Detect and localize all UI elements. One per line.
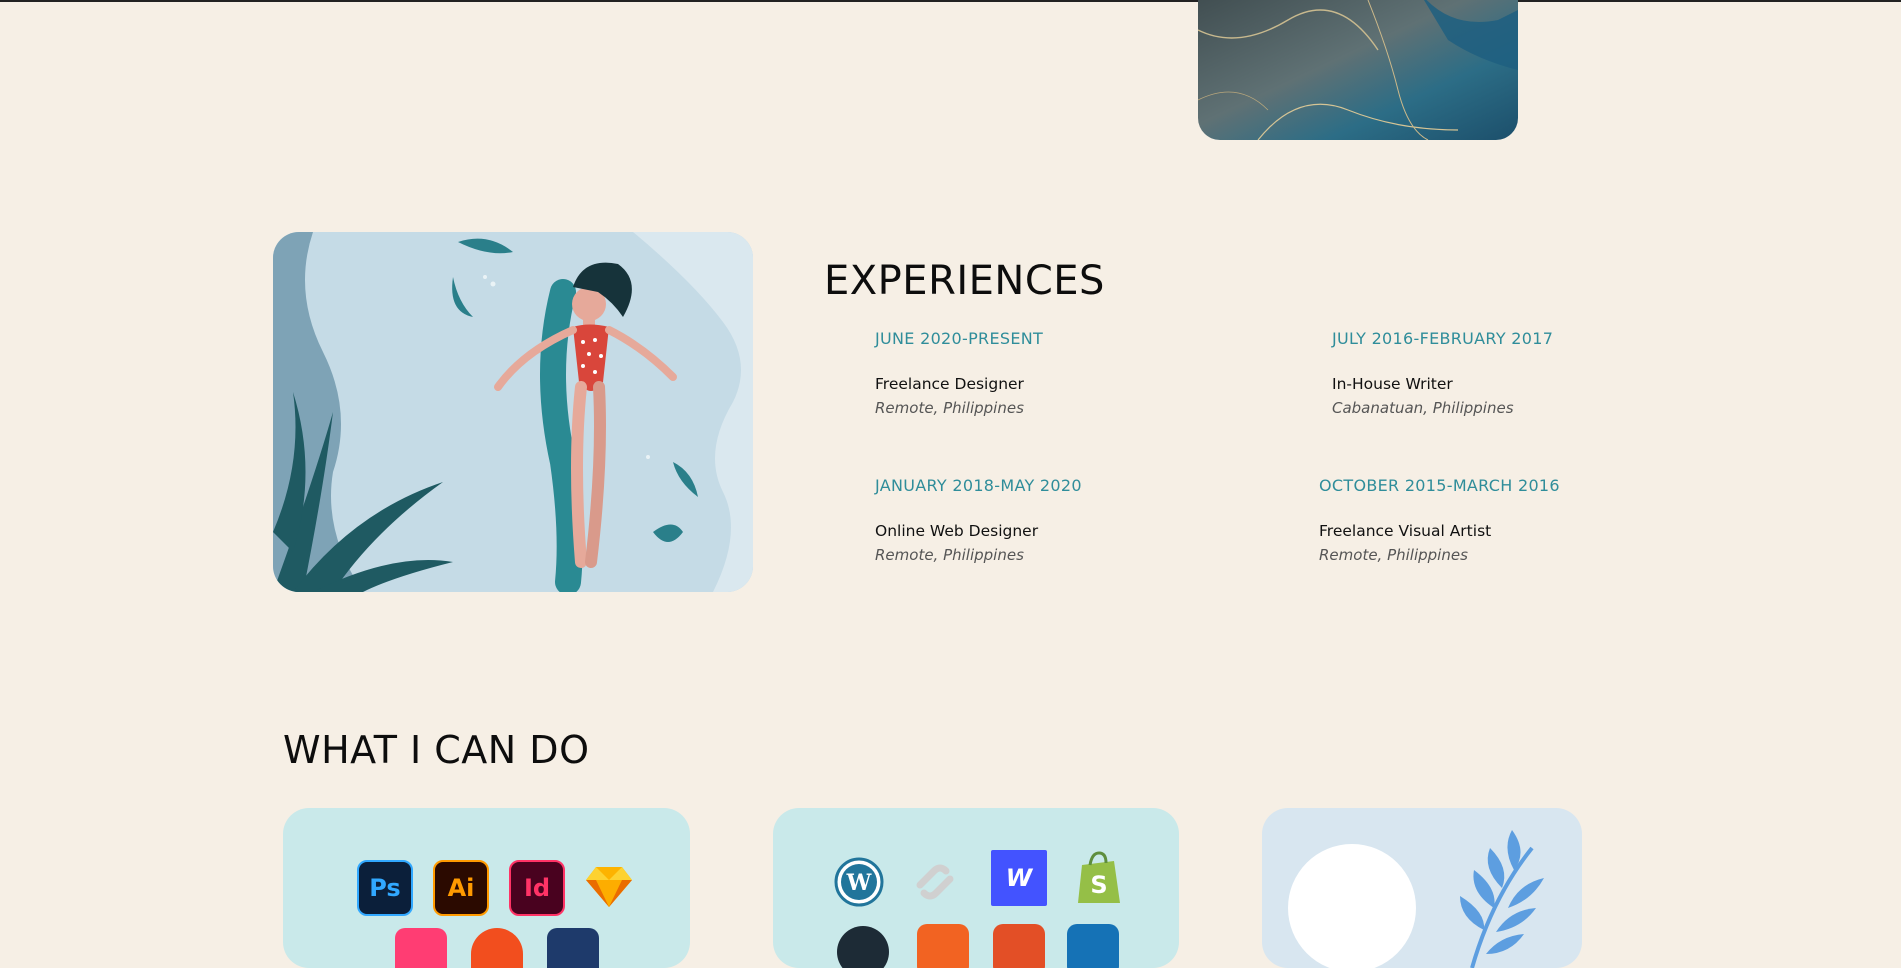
squarespace-icon [909, 856, 961, 908]
svg-text:W: W [846, 870, 872, 896]
dark-circle-icon [837, 926, 889, 968]
wordpress-icon: W [833, 856, 885, 908]
experience-item: OCTOBER 2015-MARCH 2016 Freelance Visual… [1319, 476, 1619, 564]
experience-item: JUNE 2020-PRESENT Freelance Designer Rem… [875, 329, 1175, 417]
svg-text:S: S [1090, 871, 1107, 899]
experience-location: Remote, Philippines [1319, 546, 1468, 564]
experience-location: Cabanatuan, Philippines [1332, 399, 1514, 417]
marble-hero-image [1198, 0, 1518, 140]
html5-icon [993, 924, 1045, 968]
experiences-title: EXPERIENCES [824, 258, 1105, 304]
experience-role: Online Web Designer [875, 522, 1039, 540]
illustration-card [1262, 808, 1582, 968]
sketch-icon [583, 860, 635, 912]
shopify-icon: S [1073, 851, 1125, 904]
indesign-icon: Id [509, 860, 565, 916]
figma-icon [471, 928, 523, 968]
experience-location: Remote, Philippines [875, 546, 1024, 564]
experience-role: Freelance Visual Artist [1319, 522, 1492, 540]
css3-icon [1067, 924, 1119, 968]
experience-role: In-House Writer [1332, 375, 1453, 393]
web-platforms-card: W W S [773, 808, 1179, 968]
xd-icon [395, 928, 447, 968]
webflow-icon: W [991, 850, 1047, 906]
experience-date: OCTOBER 2015-MARCH 2016 [1319, 476, 1560, 495]
magento-icon [917, 924, 969, 968]
what-i-can-do-title: WHAT I CAN DO [283, 728, 590, 772]
experience-location: Remote, Philippines [875, 399, 1024, 417]
experience-role: Freelance Designer [875, 375, 1024, 393]
illustrator-icon: Ai [433, 860, 489, 916]
affinity-icon [547, 928, 599, 968]
photoshop-icon: Ps [357, 860, 413, 916]
experience-item: JANUARY 2018-MAY 2020 Online Web Designe… [875, 476, 1175, 564]
experience-date: JULY 2016-FEBRUARY 2017 [1332, 329, 1554, 348]
swimmer-illustration [273, 232, 753, 592]
experience-date: JUNE 2020-PRESENT [875, 329, 1044, 348]
top-rule [0, 0, 1901, 2]
experience-date: JANUARY 2018-MAY 2020 [875, 476, 1082, 495]
design-tools-card: Ps Ai Id [283, 808, 690, 968]
experience-item: JULY 2016-FEBRUARY 2017 In-House Writer … [1332, 329, 1632, 417]
